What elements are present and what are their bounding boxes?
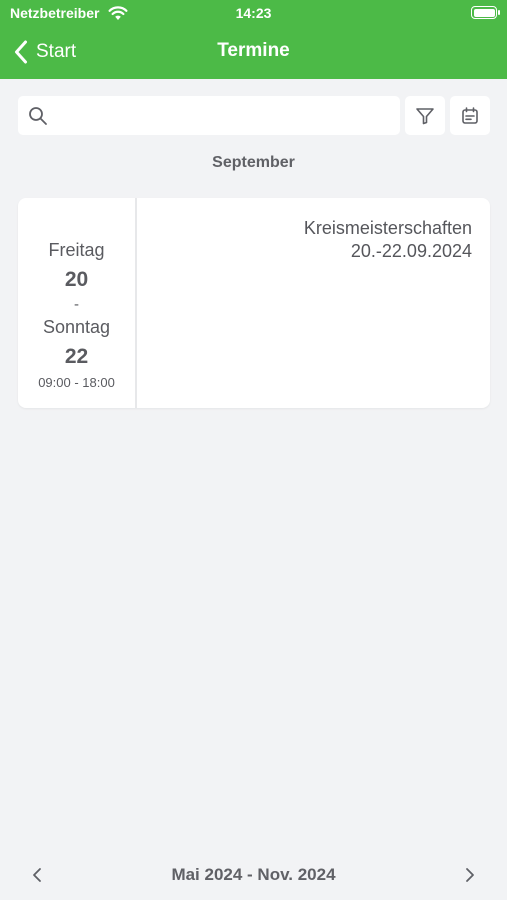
filter-icon [416,107,434,124]
date-range-label: Mai 2024 - Nov. 2024 [171,865,336,884]
battery-level [473,8,495,17]
chevron-right-icon [466,868,474,882]
search-icon-container [18,106,58,126]
back-button-label: Start [36,41,77,62]
calendar-icon [462,106,478,124]
event-date-range: 20.-22.09.2024 [350,241,472,261]
event-card[interactable]: Freitag 20 - Sonntag 22 09:00 - 18:00 Kr… [18,198,490,408]
event-title: Kreismeisterschaften [303,218,472,238]
month-heading: September [212,154,295,171]
event-date-column: Freitag 20 - Sonntag 22 09:00 - 18:00 [18,198,135,408]
event-info: Kreismeisterschaften 20.-22.09.2024 [148,217,472,263]
app-header: Netzbetreiber 14:23 Start Termine [0,0,507,79]
clock: 14:23 [235,5,272,21]
event-end-day: Sonntag [42,317,111,337]
chevron-left-icon [15,40,27,64]
next-range-button[interactable] [455,862,485,888]
filter-button[interactable] [405,96,445,135]
event-start-day: Freitag [48,240,105,260]
calendar-button[interactable] [450,96,490,135]
event-time: 09:00 - 18:00 [38,375,115,390]
event-date-separator: - [74,296,79,313]
search-input[interactable] [58,96,400,135]
event-end-date: 22 [64,345,89,368]
battery-icon [471,6,500,19]
back-button[interactable]: Start [14,37,76,67]
event-divider [135,198,137,408]
search-icon [29,106,47,125]
event-start-date: 20 [64,268,89,291]
status-bar: Netzbetreiber 14:23 [0,0,507,28]
search-bar[interactable] [18,96,400,135]
